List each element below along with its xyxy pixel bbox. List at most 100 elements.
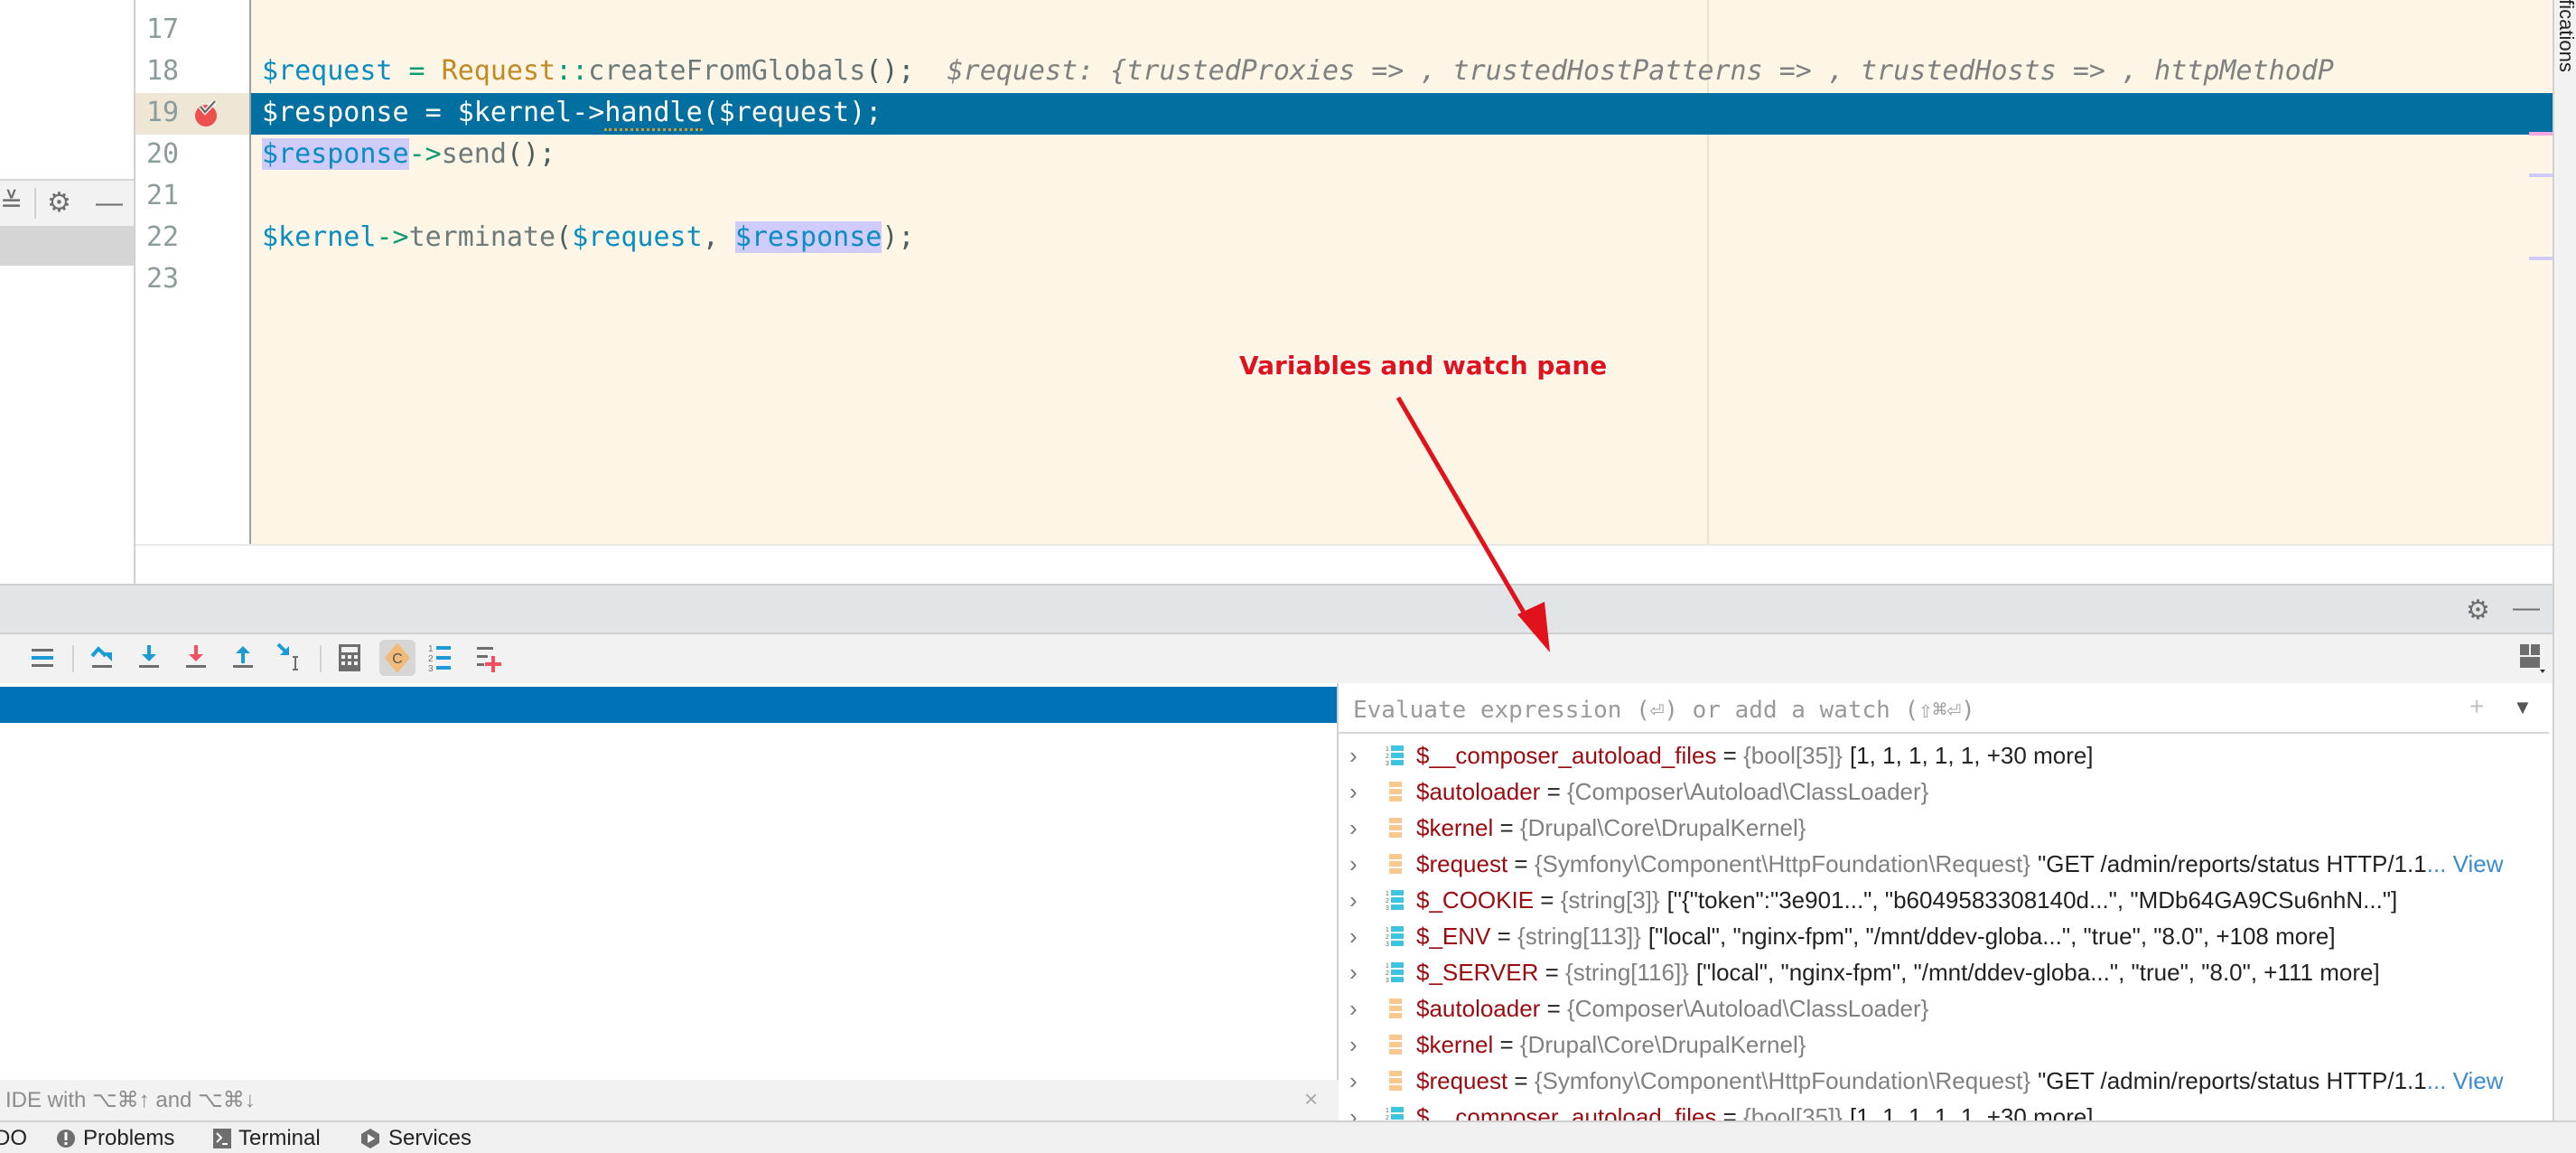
tool-window-terminal[interactable]: Terminal: [213, 1126, 321, 1151]
variable-row[interactable]: › $autoloader = {Composer\Autoload\ClassL…: [1339, 773, 2549, 810]
step-into-icon[interactable]: [134, 642, 164, 673]
annotation-label: Variables and watch pane: [1239, 351, 1608, 380]
variable-name: $autoloader: [1416, 778, 1541, 805]
close-icon[interactable]: ×: [1304, 1085, 1318, 1113]
step-over-icon[interactable]: [87, 642, 117, 673]
object-icon: [1389, 854, 1402, 874]
step-out-icon[interactable]: [228, 642, 258, 673]
tool-window-label: DO: [0, 1126, 27, 1150]
expand-chevron-icon[interactable]: ›: [1349, 737, 1358, 773]
variable-name: $autoloader: [1416, 995, 1541, 1022]
view-link[interactable]: ... View: [2427, 850, 2504, 877]
dropdown-arrow-icon[interactable]: ▼: [2513, 696, 2533, 719]
variable-text: $kernel = {Drupal\Core\DrupalKernel}: [1416, 1026, 1813, 1063]
variable-row[interactable]: › $kernel = {Drupal\Core\DrupalKernel}: [1339, 810, 2549, 846]
collapse-all-icon[interactable]: ≚: [0, 190, 23, 217]
tool-window-problems[interactable]: Problems: [56, 1126, 174, 1151]
left-panel-selected-item[interactable]: [0, 226, 134, 266]
scrollbar-marker[interactable]: [2529, 257, 2553, 260]
variable-text: $autoloader = {Composer\Autoload\ClassLo…: [1416, 773, 1936, 810]
add-watch-icon[interactable]: +: [2469, 692, 2484, 721]
expand-chevron-icon[interactable]: ›: [1349, 773, 1358, 810]
line-number[interactable]: 23: [146, 258, 201, 300]
line-number[interactable]: 18: [146, 51, 201, 92]
code-line-20[interactable]: $response->send();: [262, 134, 555, 175]
run-to-cursor-icon[interactable]: [275, 642, 305, 673]
svg-text:1: 1: [1386, 963, 1389, 970]
svg-text:1: 1: [1386, 746, 1389, 753]
code-token: =: [408, 97, 458, 128]
expand-chevron-icon[interactable]: ›: [1349, 918, 1358, 954]
code-token: (: [555, 221, 573, 253]
notifications-label[interactable]: Notifications: [2554, 0, 2576, 72]
variable-row[interactable]: › $request = {Symfony\Component\HttpFound…: [1339, 1063, 2549, 1099]
inline-debug-value: $request: {trustedProxies => , trustedHo…: [914, 55, 2334, 87]
svg-text:3: 3: [1386, 942, 1389, 947]
code-token: $request: [718, 97, 850, 128]
expand-chevron-icon[interactable]: ›: [1349, 1026, 1358, 1063]
equals-sign: =: [1493, 814, 1520, 841]
numbered-list-icon[interactable]: 123: [426, 642, 457, 673]
variable-type: {Symfony\Component\HttpFoundation\Reques…: [1534, 850, 2031, 877]
minimize-icon[interactable]: —: [96, 190, 123, 217]
object-icon: [1389, 1035, 1402, 1055]
frames-list[interactable]: [0, 683, 1339, 1081]
svg-text:3: 3: [1386, 761, 1389, 766]
code-line-18[interactable]: $request = Request::createFromGlobals();…: [262, 51, 2334, 92]
expand-chevron-icon[interactable]: ›: [1349, 1063, 1358, 1099]
variable-row[interactable]: › 1 2 3 $_SERVER = {string[116]} ["local", "n…: [1339, 954, 2549, 990]
evaluate-expression-input[interactable]: [1351, 694, 2439, 726]
svg-text:C: C: [392, 651, 403, 667]
breakpoint-icon[interactable]: [193, 99, 220, 128]
gear-icon[interactable]: ⚙: [47, 190, 71, 217]
code-line-22[interactable]: $kernel->terminate($request, $response);: [262, 217, 915, 258]
expand-chevron-icon[interactable]: ›: [1349, 810, 1358, 846]
layout-settings-icon[interactable]: [2516, 642, 2547, 673]
view-link[interactable]: ... View: [2427, 1067, 2504, 1094]
code-token: ();: [865, 55, 915, 87]
tool-window-services[interactable]: Services: [359, 1126, 471, 1151]
frames-menu-icon[interactable]: [27, 642, 58, 673]
variable-row[interactable]: › 123 $__composer_autoload_files = {bool[3…: [1339, 737, 2549, 773]
tool-window-todo[interactable]: DO: [0, 1126, 27, 1151]
code-token: send: [441, 138, 507, 170]
evaluate-expression-icon[interactable]: [334, 642, 365, 673]
expand-chevron-icon[interactable]: ›: [1349, 882, 1358, 918]
notifications-tool-strip[interactable]: Notifications: [2553, 0, 2576, 1120]
code-token: $response: [262, 138, 409, 170]
left-panel-toolbar: ≚ ⚙ —: [0, 179, 134, 226]
variable-row[interactable]: › 1 2 3 $_ENV = {string[113]} ["local", "ngin…: [1339, 918, 2549, 954]
variable-row[interactable]: › 1 2 3 $_COOKIE = {string[3]} ["{"token":"3e…: [1339, 882, 2549, 918]
code-token: ,: [702, 221, 735, 253]
scrollbar-marker[interactable]: [2529, 173, 2553, 177]
expand-chevron-icon[interactable]: ›: [1349, 954, 1358, 990]
object-icon: [1389, 782, 1402, 801]
class-filter-icon[interactable]: C: [379, 640, 415, 676]
expand-chevron-icon[interactable]: ›: [1349, 846, 1358, 882]
gear-icon[interactable]: ⚙: [2466, 595, 2490, 626]
code-token: =: [392, 55, 442, 87]
terminal-icon: [213, 1129, 231, 1148]
variable-row[interactable]: › $request = {Symfony\Component\HttpFound…: [1339, 846, 2549, 882]
minimize-icon[interactable]: —: [2513, 593, 2540, 623]
line-number[interactable]: 22: [146, 217, 201, 258]
variable-row[interactable]: › $autoloader = {Composer\Autoload\ClassL…: [1339, 990, 2549, 1026]
svg-text:3: 3: [428, 664, 434, 672]
variable-name: $request: [1416, 1067, 1508, 1094]
svg-text:1: 1: [1386, 927, 1389, 933]
line-number[interactable]: 20: [146, 134, 201, 175]
line-number[interactable]: 17: [146, 9, 201, 51]
variable-row[interactable]: › $kernel = {Drupal\Core\DrupalKernel}: [1339, 1026, 2549, 1063]
code-token: $kernel: [457, 97, 573, 128]
selected-frame-row[interactable]: [0, 687, 1337, 723]
expand-chevron-icon[interactable]: ›: [1349, 990, 1358, 1026]
code-line-19[interactable]: $response = $kernel->handle($request);: [262, 92, 882, 134]
force-step-into-icon[interactable]: [181, 642, 211, 673]
variable-value: ["local", "nginx-fpm", "/mnt/ddev-globa.…: [1695, 959, 2380, 986]
line-number[interactable]: 19: [146, 92, 201, 134]
tool-window-label: Problems: [83, 1126, 175, 1150]
line-number[interactable]: 21: [146, 175, 201, 217]
equals-sign: =: [1538, 959, 1566, 986]
add-watch-icon[interactable]: [473, 642, 504, 673]
scrollbar-marker[interactable]: [2529, 132, 2553, 136]
